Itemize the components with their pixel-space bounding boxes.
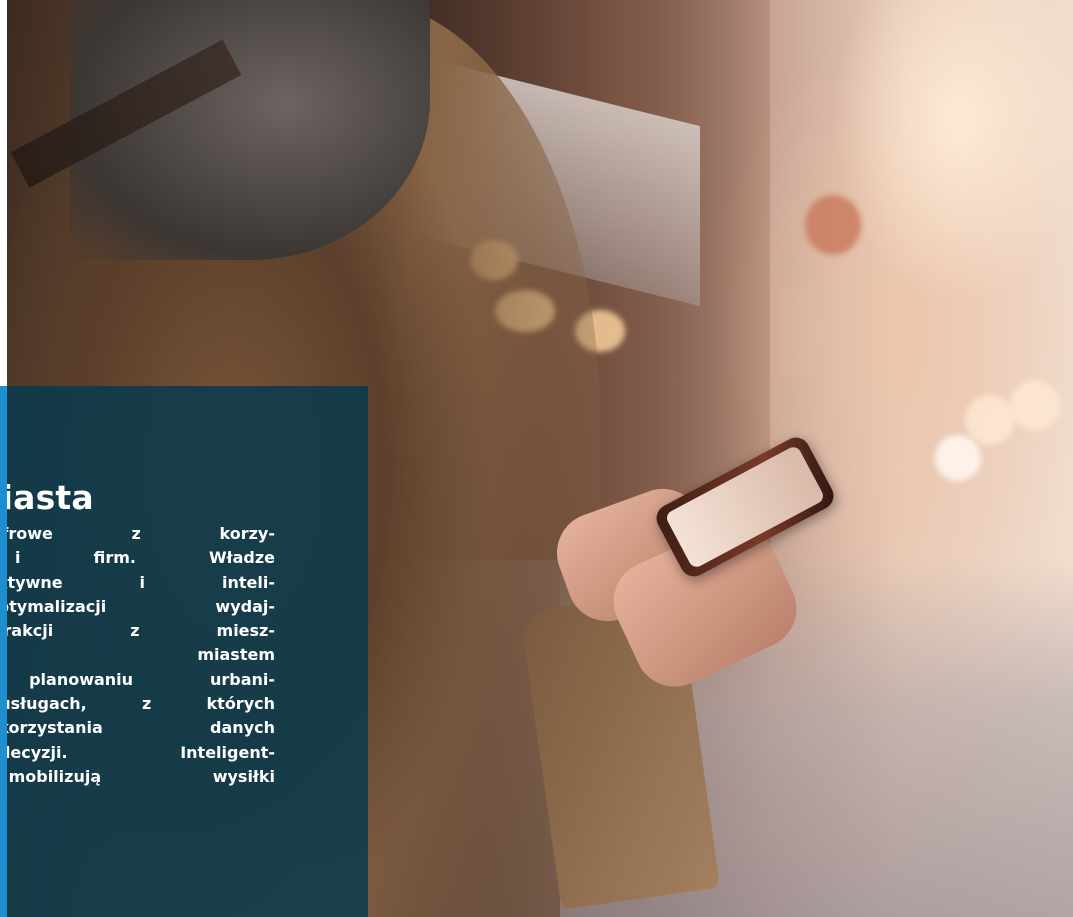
hero-section: miasta zania cyfrowe z korzy- szkańców i… xyxy=(0,0,1073,917)
body-line: zania cyfrowe z korzy- xyxy=(7,524,275,543)
body-line: szkańców i firm. Władze xyxy=(7,548,275,568)
bokeh-light xyxy=(805,195,861,255)
text-overlay-clip: miasta zania cyfrowe z korzy- szkańców i… xyxy=(7,386,368,917)
body-line: ych decyzji. Inteligent- xyxy=(7,742,275,762)
bokeh-light xyxy=(935,435,981,481)
body-line: inteligentnym miastem xyxy=(7,645,275,665)
body-line: niu i usługach, z których xyxy=(7,694,275,714)
section-body: zania cyfrowe z korzy- szkańców i firm. … xyxy=(7,522,275,814)
body-line: jskie mobilizują wysiłki xyxy=(7,766,275,786)
body-line: i w planowaniu urbani- xyxy=(7,669,275,689)
body-line: h i mieszkańców. xyxy=(7,789,275,813)
body-line: ą wykorzystania danych xyxy=(7,718,275,738)
section-title: miasta xyxy=(7,478,94,517)
body-line: awy interakcji z miesz- xyxy=(7,621,275,641)
accent-bar xyxy=(0,386,7,917)
body-line: do optymalizacji wydaj- xyxy=(7,596,275,616)
bokeh-light xyxy=(1010,380,1060,430)
bokeh-light xyxy=(965,395,1015,445)
body-line: ą interaktywne i inteli- xyxy=(7,572,275,592)
